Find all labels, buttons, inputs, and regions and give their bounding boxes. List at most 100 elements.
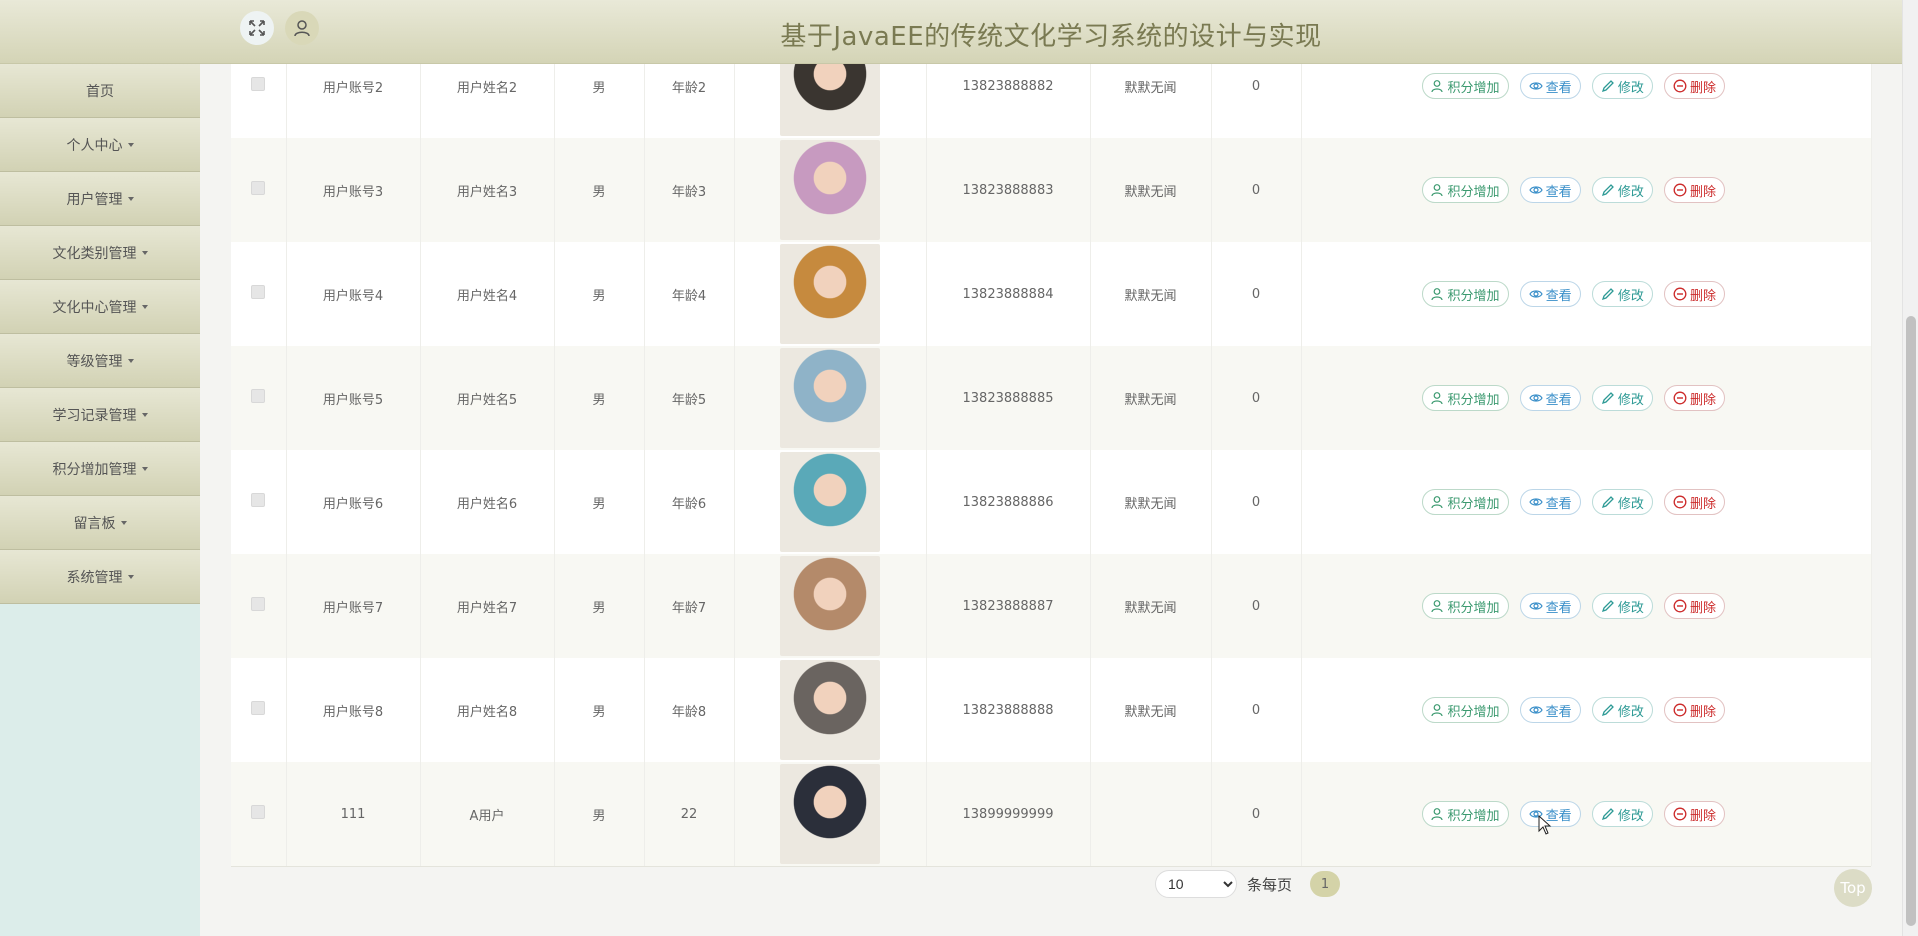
view-button[interactable]: 查看 — [1519, 593, 1581, 619]
view-button[interactable]: 查看 — [1519, 73, 1581, 99]
sidebar-item-label: 系统管理 — [66, 569, 123, 586]
row-checkbox[interactable] — [251, 285, 266, 299]
page-number-current[interactable]: 1 — [1310, 871, 1341, 897]
edit-button[interactable]: 修改 — [1591, 593, 1653, 619]
age-cell: 年龄6 — [644, 450, 735, 554]
back-to-top-button[interactable]: Top — [1834, 869, 1872, 907]
delete-label: 删除 — [1689, 704, 1716, 720]
phone-cell: 13823888882 — [926, 64, 1091, 138]
eye-icon — [1528, 287, 1543, 301]
add-points-button[interactable]: 积分增加 — [1421, 281, 1509, 307]
phone-cell: 13823888887 — [926, 554, 1091, 658]
add-points-button[interactable]: 积分增加 — [1421, 489, 1509, 515]
delete-label: 删除 — [1689, 392, 1716, 408]
status-cell — [1090, 762, 1212, 866]
scrollbar-thumb[interactable] — [1906, 316, 1916, 926]
add-points-button[interactable]: 积分增加 — [1421, 801, 1509, 827]
sidebar-item-8[interactable]: 留言板 — [0, 496, 200, 550]
sidebar-item-3[interactable]: 文化类别管理 — [0, 226, 200, 280]
phone-cell: 13823888883 — [926, 138, 1091, 242]
caret-down-icon — [127, 574, 134, 579]
actions-cell: 积分增加 查看 修改 删除 — [1301, 138, 1872, 242]
sidebar-item-6[interactable]: 学习记录管理 — [0, 388, 200, 442]
delete-label: 删除 — [1689, 600, 1716, 616]
row-checkbox[interactable] — [251, 389, 266, 403]
sidebar-item-9[interactable]: 系统管理 — [0, 550, 200, 604]
points-cell: 0 — [1211, 762, 1302, 866]
eye-icon — [1528, 391, 1543, 405]
add-points-button[interactable]: 积分增加 — [1421, 177, 1509, 203]
delete-button[interactable]: 删除 — [1663, 73, 1725, 99]
user-plus-icon — [1430, 287, 1445, 301]
row-checkbox[interactable] — [251, 181, 266, 195]
points-cell: 0 — [1211, 450, 1302, 554]
eye-icon — [1528, 79, 1543, 93]
add-points-button[interactable]: 积分增加 — [1421, 73, 1509, 99]
row-checkbox[interactable] — [251, 597, 266, 611]
edit-button[interactable]: 修改 — [1591, 801, 1653, 827]
row-select-cell — [231, 138, 287, 242]
app-title: 基于JavaEE的传统文化学习系统的设计与实现 — [780, 22, 1322, 52]
edit-button[interactable]: 修改 — [1591, 385, 1653, 411]
delete-button[interactable]: 删除 — [1663, 593, 1725, 619]
delete-button[interactable]: 删除 — [1663, 697, 1725, 723]
points-cell: 0 — [1211, 242, 1302, 346]
avatar-cell — [734, 658, 927, 762]
add-points-button[interactable]: 积分增加 — [1421, 697, 1509, 723]
delete-button[interactable]: 删除 — [1663, 281, 1725, 307]
edit-label: 修改 — [1617, 288, 1644, 304]
sidebar-item-1[interactable]: 个人中心 — [0, 118, 200, 172]
account-cell: 用户账号8 — [286, 658, 421, 762]
view-button[interactable]: 查看 — [1519, 177, 1581, 203]
scrollbar[interactable] — [1902, 0, 1918, 936]
avatar — [780, 556, 880, 656]
delete-button[interactable]: 删除 — [1663, 801, 1725, 827]
pencil-icon — [1601, 599, 1615, 613]
eye-icon — [1528, 703, 1543, 717]
add-points-label: 积分增加 — [1447, 600, 1500, 616]
avatar — [780, 64, 880, 136]
avatar — [780, 140, 880, 240]
edit-button[interactable]: 修改 — [1591, 73, 1653, 99]
view-button[interactable]: 查看 — [1519, 281, 1581, 307]
name-cell: 用户姓名5 — [420, 346, 555, 450]
page-size-select[interactable]: 10 — [1155, 870, 1237, 898]
pencil-icon — [1601, 495, 1615, 509]
add-points-label: 积分增加 — [1447, 808, 1500, 824]
phone-cell: 13823888884 — [926, 242, 1091, 346]
add-points-button[interactable]: 积分增加 — [1421, 385, 1509, 411]
row-checkbox[interactable] — [251, 77, 266, 91]
pencil-icon — [1601, 79, 1615, 93]
delete-label: 删除 — [1689, 496, 1716, 512]
avatar-cell — [734, 346, 927, 450]
view-button[interactable]: 查看 — [1519, 385, 1581, 411]
phone-cell: 13823888888 — [926, 658, 1091, 762]
user-plus-icon — [1430, 183, 1445, 197]
add-points-button[interactable]: 积分增加 — [1421, 593, 1509, 619]
row-checkbox[interactable] — [251, 701, 266, 715]
view-button[interactable]: 查看 — [1519, 489, 1581, 515]
add-points-label: 积分增加 — [1447, 704, 1500, 720]
view-button[interactable]: 查看 — [1519, 697, 1581, 723]
delete-button[interactable]: 删除 — [1663, 489, 1725, 515]
edit-button[interactable]: 修改 — [1591, 177, 1653, 203]
sidebar-item-2[interactable]: 用户管理 — [0, 172, 200, 226]
edit-button[interactable]: 修改 — [1591, 489, 1653, 515]
sidebar-item-4[interactable]: 文化中心管理 — [0, 280, 200, 334]
row-select-cell — [231, 346, 287, 450]
delete-button[interactable]: 删除 — [1663, 385, 1725, 411]
name-cell: 用户姓名4 — [420, 242, 555, 346]
caret-down-icon — [141, 304, 148, 309]
edit-button[interactable]: 修改 — [1591, 697, 1653, 723]
phone-cell: 13823888886 — [926, 450, 1091, 554]
sidebar-item-7[interactable]: 积分增加管理 — [0, 442, 200, 496]
phone-cell: 13823888885 — [926, 346, 1091, 450]
row-checkbox[interactable] — [251, 805, 266, 819]
sidebar-item-0[interactable]: 首页 — [0, 64, 200, 118]
delete-button[interactable]: 删除 — [1663, 177, 1725, 203]
caret-down-icon — [127, 358, 134, 363]
row-checkbox[interactable] — [251, 493, 266, 507]
sidebar-item-5[interactable]: 等级管理 — [0, 334, 200, 388]
delete-label: 删除 — [1689, 808, 1716, 824]
edit-button[interactable]: 修改 — [1591, 281, 1653, 307]
